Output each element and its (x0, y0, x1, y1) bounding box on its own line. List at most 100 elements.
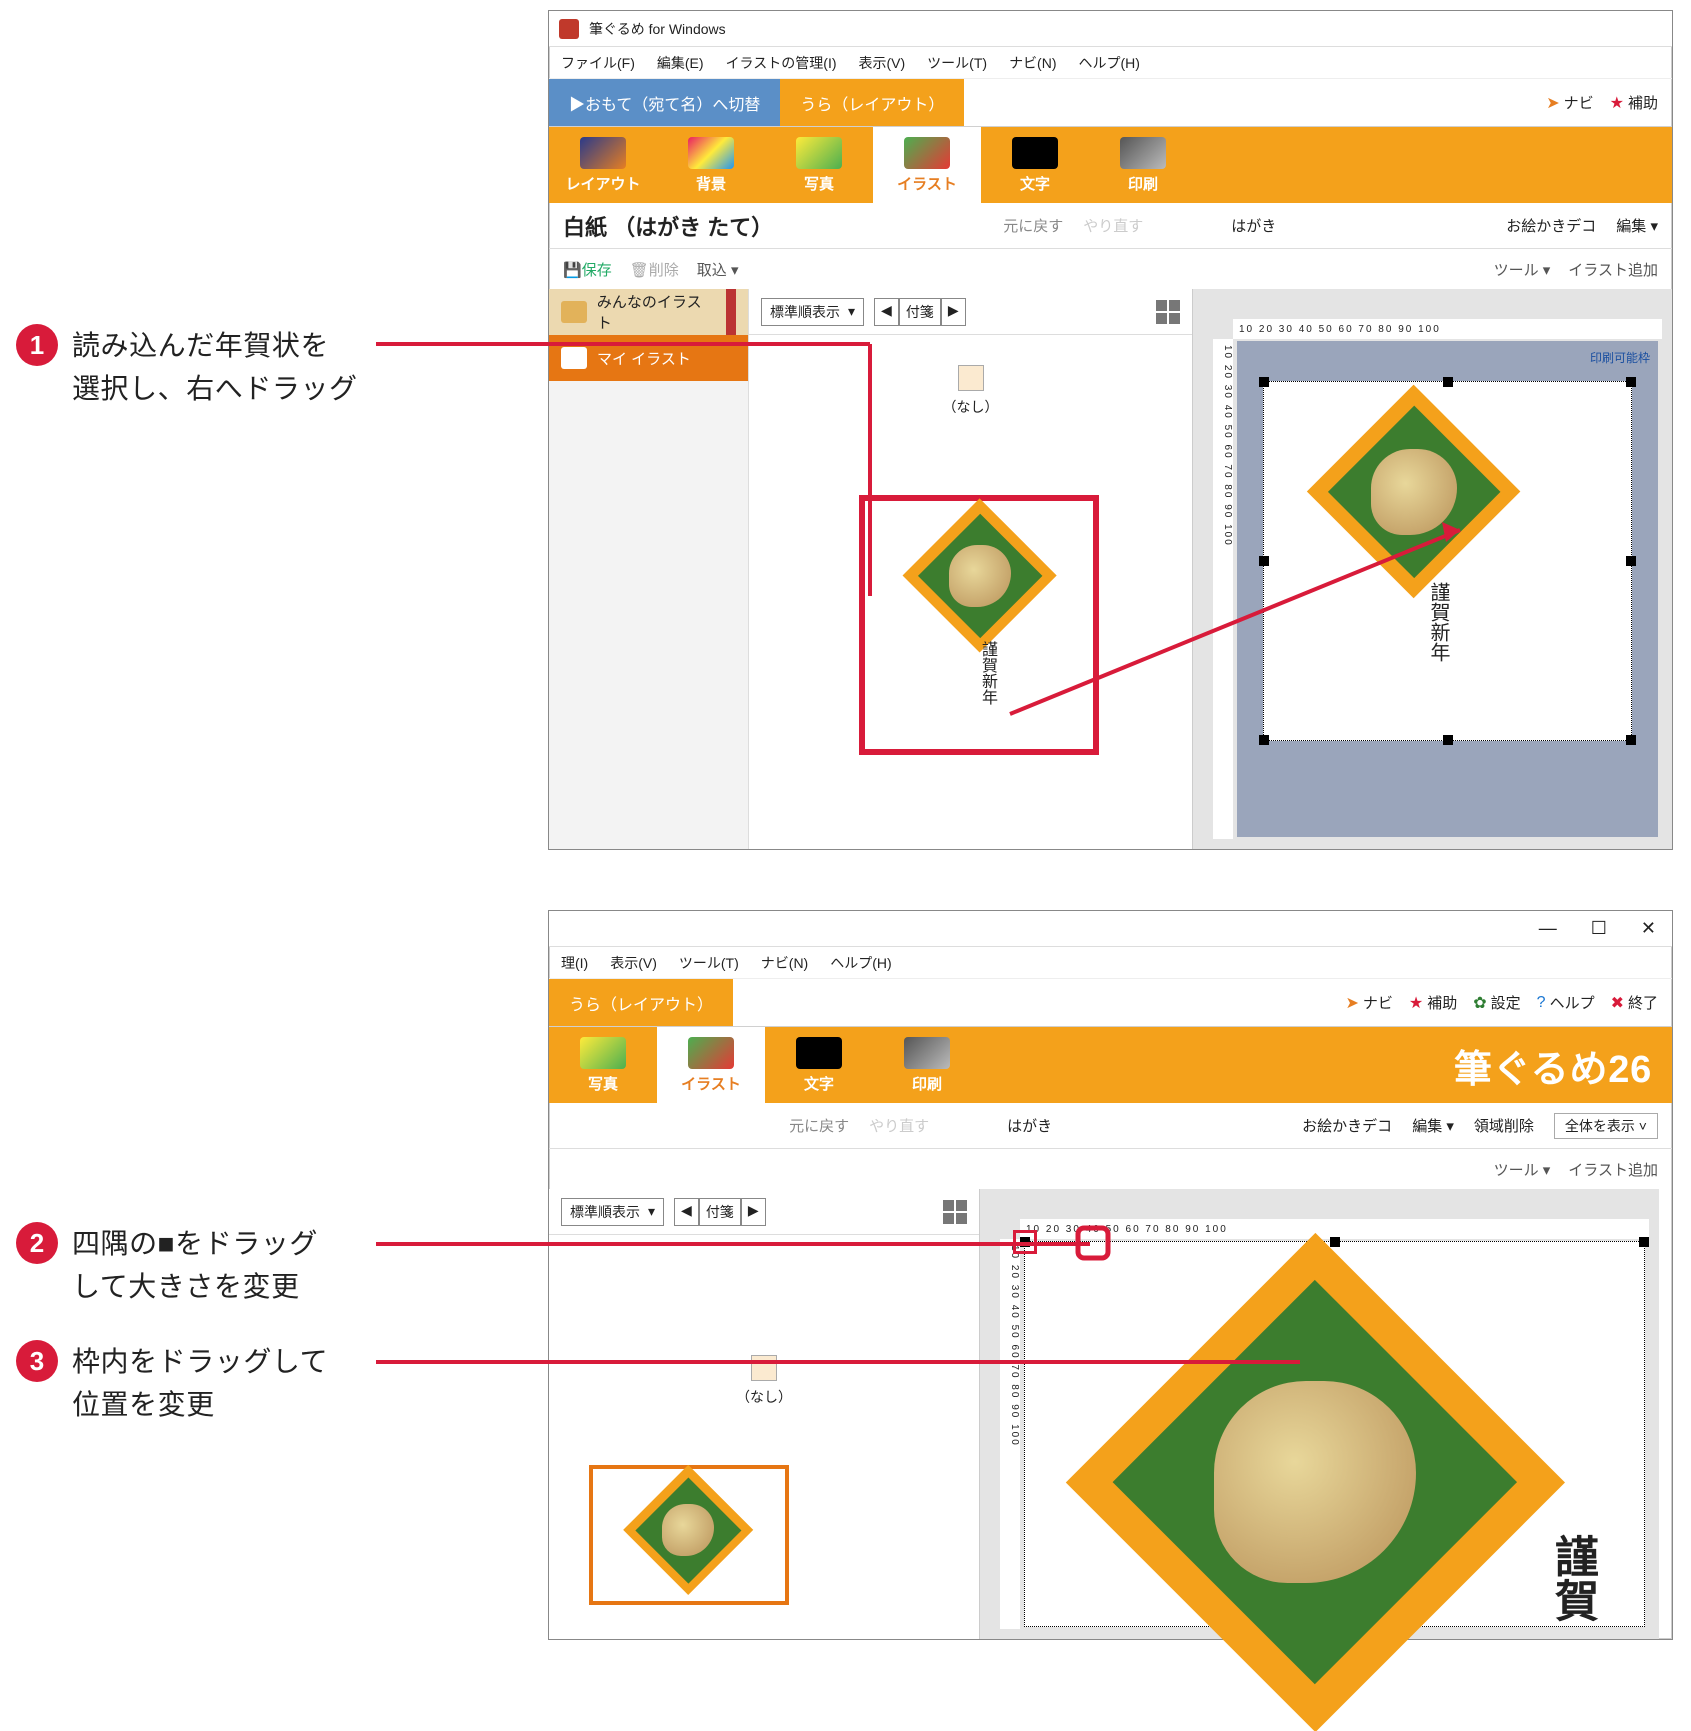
navi-button[interactable]: ➤ナビ (1546, 92, 1593, 113)
grid-view-icon[interactable] (943, 1200, 967, 1224)
tab-back[interactable]: うら（レイアウト） (549, 979, 733, 1026)
tool-text[interactable]: 文字 (765, 1027, 873, 1103)
handle-mr[interactable] (1626, 556, 1636, 566)
close-button[interactable]: ✕ (1635, 918, 1662, 939)
menu-tool[interactable]: ツール(T) (927, 53, 987, 73)
menu-file[interactable]: ファイル(F) (561, 53, 635, 73)
tool-dropdown[interactable]: ツール ▾ (1494, 1159, 1551, 1180)
import-button[interactable]: 取込 ▾ (697, 259, 739, 280)
window-1: 筆ぐるめ for Windows ファイル(F) 編集(E) イラストの管理(I… (548, 10, 1673, 850)
sidebar-item-my[interactable]: マイ イラスト (549, 335, 748, 381)
settings-button[interactable]: ✿設定 (1473, 992, 1520, 1013)
handle-ml[interactable] (1259, 556, 1269, 566)
menu-edit[interactable]: 編集(E) (657, 53, 704, 73)
selected-thumbnail[interactable] (589, 1465, 789, 1605)
prev-sticky-button[interactable]: ◀ (674, 1198, 699, 1226)
rat-graphic[interactable] (1324, 402, 1504, 582)
selected-thumbnail[interactable]: 謹賀新年 (859, 495, 1099, 755)
postcard-canvas[interactable]: 印刷可能枠 謹賀新年 (1237, 341, 1658, 837)
add-illust-button[interactable]: イラスト追加 (1568, 259, 1658, 280)
prev-sticky-button[interactable]: ◀ (874, 298, 899, 326)
tab-front[interactable]: ▶おもて（宛て名）へ切替 (549, 79, 780, 126)
canvas[interactable]: 10 20 30 40 50 60 70 80 90 100 10 20 30 … (1192, 289, 1672, 849)
titlebar[interactable]: — ☐ ✕ (549, 911, 1672, 947)
handle-tm[interactable] (1443, 377, 1453, 387)
handle-tl[interactable] (1020, 1237, 1030, 1247)
illust-icon (904, 137, 950, 169)
menu-illust[interactable]: イラストの管理(I) (726, 53, 837, 73)
close-icon: ✖ (1611, 993, 1624, 1013)
selection-frame[interactable]: 謹賀新年 (1263, 381, 1632, 741)
tab-back[interactable]: うら（レイアウト） (780, 79, 964, 126)
menu-view[interactable]: 表示(V) (859, 53, 906, 73)
mid-toolbar: 標準順表示 ▾ ◀ 付箋 ▶ (749, 289, 1192, 335)
body: みんなのイラスト マイ イラスト 標準順表示 ▾ ◀ 付箋 ▶ (549, 289, 1672, 849)
postcard-canvas[interactable]: 印刷可能枠 謹賀 (1024, 1241, 1645, 1627)
undo-button[interactable]: 元に戻す (789, 1115, 849, 1136)
body: 標準順表示 ▾ ◀ 付箋 ▶ （なし） (549, 1189, 1672, 1639)
doc-title: 白紙 （はがき たて） (563, 210, 773, 242)
handle-tr[interactable] (1626, 377, 1636, 387)
status-row: 元に戻す やり直す はがき お絵かきデコ 編集 ▾ 領域削除 全体を表示 ˅ (549, 1103, 1672, 1149)
menu-help[interactable]: ヘルプ(H) (830, 953, 891, 973)
tool-layout[interactable]: レイアウト (549, 127, 657, 203)
handle-tl[interactable] (1259, 377, 1269, 387)
save-button[interactable]: 💾保存 (563, 259, 612, 280)
tool-bg[interactable]: 背景 (657, 127, 765, 203)
help-button[interactable]: ?ヘルプ (1537, 992, 1595, 1013)
tool-text[interactable]: 文字 (981, 127, 1089, 203)
menu-navi[interactable]: ナビ(N) (761, 953, 808, 973)
menu-tool[interactable]: ツール(T) (679, 953, 739, 973)
tool-illust[interactable]: イラスト (657, 1027, 765, 1103)
handle-tm[interactable] (1330, 1237, 1340, 1247)
assist-button[interactable]: ★補助 (1409, 992, 1457, 1013)
grid-view-icon[interactable] (1156, 300, 1180, 324)
sticky-nav: ◀ 付箋 ▶ (674, 1198, 766, 1226)
undo-button[interactable]: 元に戻す (1003, 215, 1063, 236)
edit-button[interactable]: 編集 ▾ (1616, 215, 1658, 236)
view-dropdown[interactable]: 全体を表示 ˅ (1554, 1113, 1658, 1139)
next-sticky-button[interactable]: ▶ (941, 298, 966, 326)
exit-button[interactable]: ✖終了 (1611, 992, 1658, 1013)
menu-illust[interactable]: 理(I) (561, 953, 588, 973)
handle-bm[interactable] (1443, 735, 1453, 745)
sort-dropdown[interactable]: 標準順表示 ▾ (761, 298, 864, 326)
deco-button[interactable]: お絵かきデコ (1506, 215, 1596, 236)
menu-help[interactable]: ヘルプ(H) (1079, 53, 1140, 73)
layout-icon (580, 137, 626, 169)
sidebar-item-everyone[interactable]: みんなのイラスト (549, 289, 748, 335)
redo-button[interactable]: やり直す (1083, 215, 1143, 236)
delete-button[interactable]: 🗑削除 (630, 259, 679, 280)
hagaki-label: はがき (1231, 215, 1276, 236)
tool-dropdown[interactable]: ツール ▾ (1494, 259, 1551, 280)
callout-badge-1: 1 (16, 324, 58, 366)
tool-photo[interactable]: 写真 (549, 1027, 657, 1103)
rat-graphic (633, 1475, 743, 1585)
rat-graphic[interactable] (1105, 1272, 1525, 1692)
handle-tr[interactable] (1639, 1237, 1649, 1247)
deco-button[interactable]: お絵かきデコ (1302, 1115, 1392, 1136)
minimize-button[interactable]: — (1533, 918, 1563, 939)
selection-frame[interactable]: 謹賀 (1024, 1241, 1645, 1627)
tool-illust[interactable]: イラスト (873, 127, 981, 203)
greeting-text: 謹賀新年 (975, 641, 999, 705)
maximize-button[interactable]: ☐ (1585, 918, 1613, 939)
tool-print[interactable]: 印刷 (873, 1027, 981, 1103)
next-sticky-button[interactable]: ▶ (741, 1198, 766, 1226)
edit-button[interactable]: 編集 ▾ (1412, 1115, 1454, 1136)
assist-button[interactable]: ★補助 (1610, 92, 1658, 113)
add-illust-button[interactable]: イラスト追加 (1568, 1159, 1658, 1180)
sort-dropdown[interactable]: 標準順表示 ▾ (561, 1198, 664, 1226)
menu-view[interactable]: 表示(V) (610, 953, 657, 973)
handle-bl[interactable] (1259, 735, 1269, 745)
tool-print[interactable]: 印刷 (1089, 127, 1197, 203)
menu-navi[interactable]: ナビ(N) (1009, 53, 1056, 73)
redo-button[interactable]: やり直す (869, 1115, 929, 1136)
none-icon (958, 365, 984, 391)
region-delete-button[interactable]: 領域削除 (1474, 1115, 1534, 1136)
canvas[interactable]: 10 20 30 40 50 60 70 80 90 100 10 20 30 … (979, 1189, 1659, 1639)
navi-button[interactable]: ➤ナビ (1345, 992, 1392, 1013)
handle-br[interactable] (1626, 735, 1636, 745)
titlebar[interactable]: 筆ぐるめ for Windows (549, 11, 1672, 47)
tool-photo[interactable]: 写真 (765, 127, 873, 203)
